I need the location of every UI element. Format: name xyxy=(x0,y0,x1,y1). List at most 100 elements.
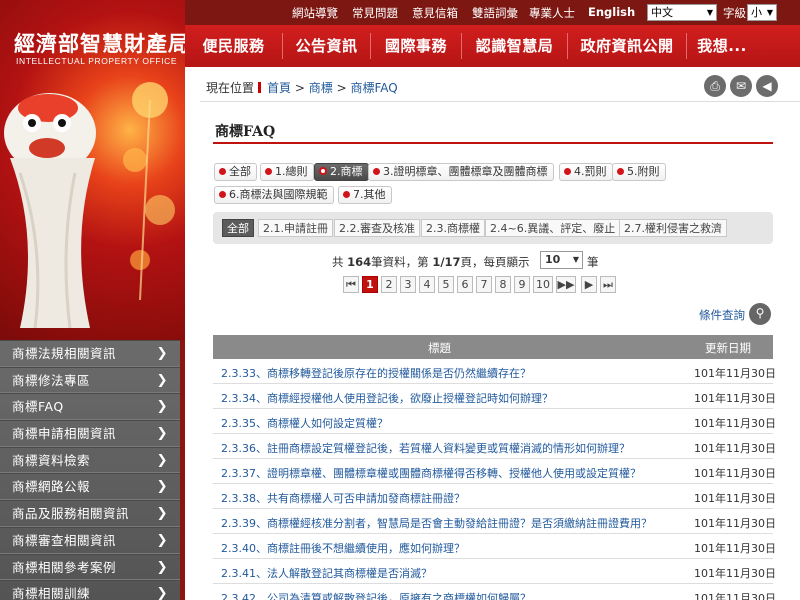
site-logo-title[interactable]: 經濟部智慧財產局 xyxy=(14,28,185,58)
category-supplementary[interactable]: 5.附則 xyxy=(612,163,666,181)
font-size-label: 字級 xyxy=(723,6,746,20)
subcategory-application[interactable]: 2.1.申請註冊 xyxy=(258,219,333,237)
faq-question-link[interactable]: 2.3.40、商標註冊後不想繼續使用，應如何辦理？ xyxy=(221,540,465,556)
table-row: 2.3.39、商標權經核准分割者，智慧局是否會主動發給註冊證？是否須繳納註冊證費… xyxy=(213,509,776,534)
column-header-title: 標題 xyxy=(428,341,451,355)
last-page-button[interactable]: ⏭ xyxy=(600,276,616,293)
update-date: 101年11月30日 xyxy=(694,392,776,405)
page-button[interactable]: 4 xyxy=(419,276,435,293)
side-menu-item[interactable]: 商標法規相關資訊 ❯ xyxy=(0,340,180,367)
font-size-select[interactable]: 小 ▼ xyxy=(747,4,777,21)
side-menu-item[interactable]: 商標資料檢索 ❯ xyxy=(0,446,180,474)
faq-question-link[interactable]: 2.3.39、商標權經核准分割者，智慧局是否會主動發給註冊證？是否須繳納註冊證費… xyxy=(221,515,652,531)
top-link-professionals[interactable]: 專業人士 xyxy=(529,5,575,21)
bullet-icon xyxy=(265,168,272,175)
category-other[interactable]: 7.其他 xyxy=(338,186,392,204)
faq-question-link[interactable]: 2.3.36、註冊商標設定質權登記後，若質權人資料變更或質權消滅的情形如何辦理？ xyxy=(221,440,630,456)
side-menu-item[interactable]: 商標FAQ ❯ xyxy=(0,393,180,421)
side-menu-label: 商標資料檢索 xyxy=(12,452,91,468)
search-icon[interactable]: ⚲ xyxy=(749,303,771,325)
bullet-icon xyxy=(617,168,624,175)
breadcrumb-home[interactable]: 首頁 xyxy=(267,81,291,95)
breadcrumb-current[interactable]: 商標FAQ xyxy=(350,81,397,95)
faq-question-link[interactable]: 2.3.33、商標移轉登記後原存在的授權關係是否仍然繼續存在？ xyxy=(221,365,531,381)
chevron-right-icon: ❯ xyxy=(156,399,168,415)
breadcrumb-separator: > xyxy=(336,81,347,95)
breadcrumb-trademark[interactable]: 商標 xyxy=(309,81,333,95)
page-button[interactable]: 1 xyxy=(362,276,378,293)
chevron-right-icon: ❯ xyxy=(156,559,168,575)
summary-page-suffix: 頁，每頁顯示 xyxy=(460,255,530,269)
top-link-english[interactable]: English xyxy=(588,5,635,19)
site-logo-subtitle: INTELLECTUAL PROPERTY OFFICE xyxy=(16,56,178,66)
per-page-select[interactable]: 10 ▼ xyxy=(540,251,583,269)
bullet-icon xyxy=(564,168,571,175)
nav-international[interactable]: 國際事務 xyxy=(371,25,461,67)
chevron-right-icon: ❯ xyxy=(156,452,168,468)
faq-question-link[interactable]: 2.3.35、商標權人如何設定質權？ xyxy=(221,415,388,431)
page-button[interactable]: 8 xyxy=(495,276,511,293)
page-button[interactable]: 2 xyxy=(381,276,397,293)
next-group-icon: ▶▶ xyxy=(557,278,575,291)
top-link-sitemap[interactable]: 網站導覽 xyxy=(292,5,338,21)
side-menu-item[interactable]: 商標修法專區 ❯ xyxy=(0,366,180,394)
update-date: 101年11月30日 xyxy=(694,592,776,600)
next-group-button[interactable]: ▶▶ xyxy=(556,276,576,293)
category-label: 1.總則 xyxy=(275,165,308,178)
faq-question-link[interactable]: 2.3.42、公司為清算或解散登記後，原擁有之商標權如何歸屬？ xyxy=(221,590,531,600)
subcategory-opposition[interactable]: 2.4~6.異議、評定、廢止 xyxy=(485,219,621,237)
page-button[interactable]: 9 xyxy=(514,276,530,293)
side-menu-item[interactable]: 商標相關訓練 ❯ xyxy=(0,580,180,600)
nav-announcements[interactable]: 公告資訊 xyxy=(283,25,370,67)
subcategory-rights[interactable]: 2.3.商標權 xyxy=(421,219,485,237)
side-menu-item[interactable]: 商品及服務相關資訊 ❯ xyxy=(0,500,180,527)
table-row: 2.3.41、法人解散登記其商標權是否消滅？ 101年11月30日 xyxy=(213,559,776,584)
email-icon[interactable]: ✉ xyxy=(730,75,752,97)
top-link-glossary[interactable]: 雙語詞彙 xyxy=(472,5,518,21)
advanced-search-link[interactable]: 條件查詢 xyxy=(699,307,745,323)
next-page-button[interactable]: ▶ xyxy=(581,276,597,293)
table-row: 2.3.37、證明標章權、團體標章權或團體商標權得否移轉、授權他人使用或設定質權… xyxy=(213,459,776,484)
nav-i-want[interactable]: 我想... xyxy=(687,25,757,67)
category-label: 4.罰則 xyxy=(574,165,607,178)
page-button[interactable]: 7 xyxy=(476,276,492,293)
faq-question-link[interactable]: 2.3.38、共有商標權人可否申請加發商標註冊證？ xyxy=(221,490,465,506)
first-page-icon: ⏮ xyxy=(346,278,356,291)
language-select[interactable]: 中文 ▼ xyxy=(647,4,717,21)
category-label: 3.證明標章、團體標章及團體商標 xyxy=(383,165,548,178)
page-button[interactable]: 3 xyxy=(400,276,416,293)
top-link-mailbox[interactable]: 意見信箱 xyxy=(412,5,458,21)
page-button[interactable]: 10 xyxy=(533,276,553,293)
first-page-button[interactable]: ⏮ xyxy=(343,276,359,293)
side-menu-item[interactable]: 商標申請相關資訊 ❯ xyxy=(0,420,180,447)
nav-gov-info[interactable]: 政府資訊公開 xyxy=(568,25,686,67)
page-button[interactable]: 6 xyxy=(457,276,473,293)
subcategory-examination[interactable]: 2.2.審查及核准 xyxy=(334,219,420,237)
print-icon[interactable]: ⎙ xyxy=(704,75,726,97)
page-button[interactable]: 5 xyxy=(438,276,454,293)
top-link-faq[interactable]: 常見問題 xyxy=(352,5,398,21)
breadcrumb-label: 現在位置 xyxy=(206,81,255,95)
category-all[interactable]: 全部 xyxy=(214,163,257,181)
faq-question-link[interactable]: 2.3.37、證明標章權、團體標章權或團體商標權得否移轉、授權他人使用或設定質權… xyxy=(221,465,641,481)
faq-question-link[interactable]: 2.3.34、商標經授權他人使用登記後，欲廢止授權登記時如何辦理？ xyxy=(221,390,553,406)
faq-question-link[interactable]: 2.3.41、法人解散登記其商標權是否消滅？ xyxy=(221,565,432,581)
side-menu-item[interactable]: 商標相關參考案例 ❯ xyxy=(0,553,180,581)
nav-citizen-services[interactable]: 便民服務 xyxy=(185,25,282,67)
back-icon[interactable]: ◀ xyxy=(756,75,778,97)
category-international[interactable]: 6.商標法與國際規範 xyxy=(214,186,334,204)
category-trademark[interactable]: 2.商標 xyxy=(314,163,369,181)
bullet-icon xyxy=(343,191,350,198)
breadcrumb-divider xyxy=(200,101,800,102)
update-date: 101年11月30日 xyxy=(694,442,776,455)
subcategory-all[interactable]: 全部 xyxy=(222,219,254,237)
side-menu-item[interactable]: 商標審查相關資訊 ❯ xyxy=(0,526,180,554)
subcategory-infringement[interactable]: 2.7.權利侵害之救濟 xyxy=(619,219,727,237)
breadcrumb: 現在位置 首頁 > 商標 > 商標FAQ xyxy=(206,79,398,96)
category-marks[interactable]: 3.證明標章、團體標章及團體商標 xyxy=(368,163,554,181)
category-general[interactable]: 1.總則 xyxy=(260,163,314,181)
nav-about[interactable]: 認識智慧局 xyxy=(462,25,567,67)
side-menu-item[interactable]: 商標網路公報 ❯ xyxy=(0,473,180,501)
category-penalties[interactable]: 4.罰則 xyxy=(559,163,613,181)
left-sidebar: 經濟部智慧財產局 INTELLECTUAL PROPERTY OFFICE 商標… xyxy=(0,0,185,600)
